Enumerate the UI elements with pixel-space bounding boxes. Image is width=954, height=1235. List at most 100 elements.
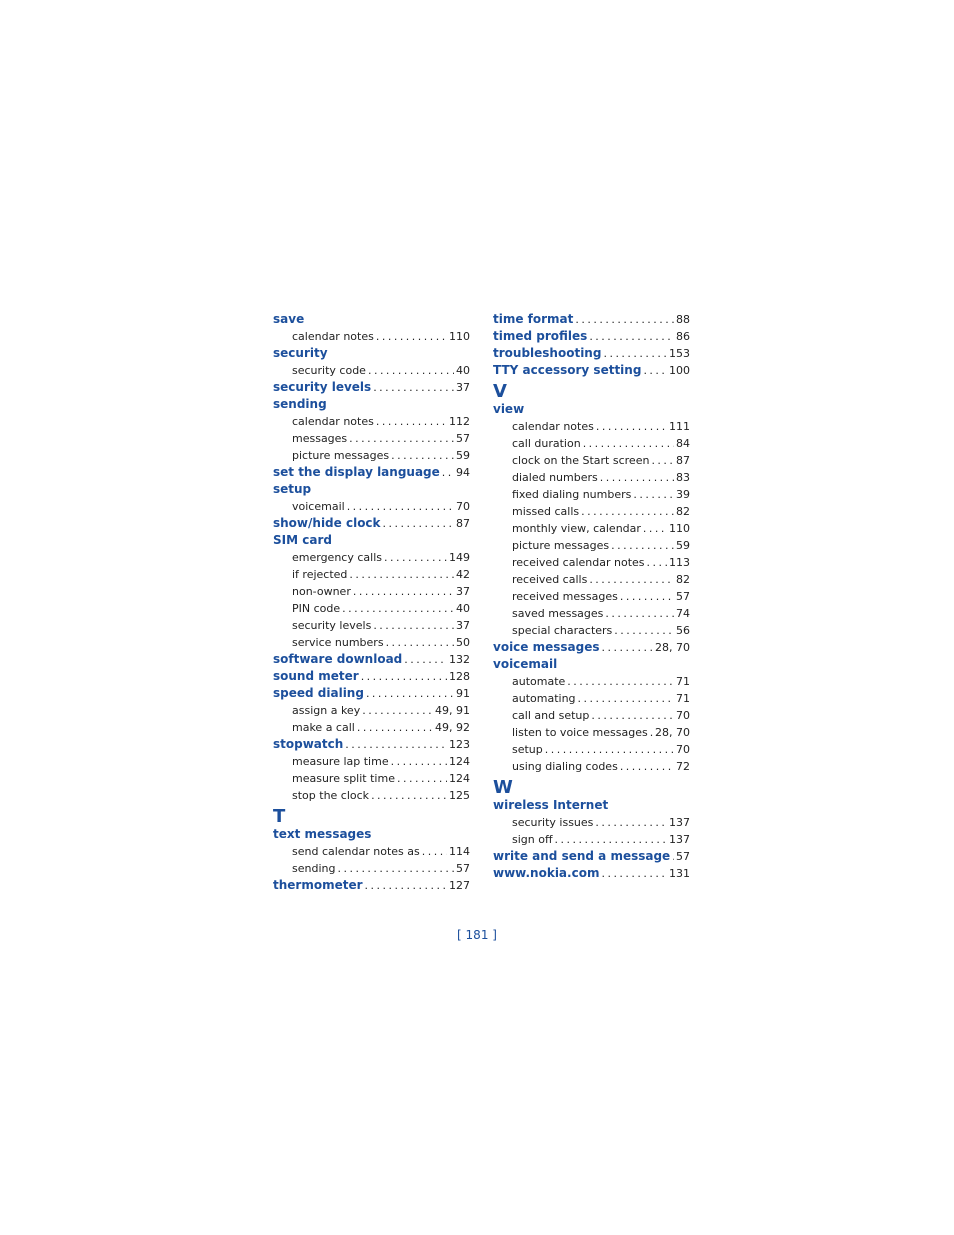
index-column-right: time format 88 timed profiles 86 troubleshoo… bbox=[493, 311, 690, 882]
index-entry: voice messages 28, 70 bbox=[493, 639, 690, 656]
index-subentry: received calls 82 bbox=[493, 571, 690, 588]
page-reference: 111 bbox=[669, 420, 690, 433]
page-reference: 94 bbox=[456, 466, 470, 479]
page-reference: 57 bbox=[676, 850, 690, 863]
page-reference: 39 bbox=[676, 488, 690, 501]
index-term: voicemail bbox=[292, 500, 345, 513]
page-reference: 149 bbox=[449, 551, 470, 564]
page-reference: 71 bbox=[676, 692, 690, 705]
dot-leader bbox=[589, 328, 674, 345]
index-term: assign a key bbox=[292, 704, 361, 717]
index-subentry: using dialing codes 72 bbox=[493, 758, 690, 775]
index-term: listen to voice messages bbox=[512, 726, 648, 739]
dot-leader bbox=[422, 843, 447, 860]
dot-leader bbox=[596, 418, 667, 435]
index-term: measure split time bbox=[292, 772, 395, 785]
index-term: non-owner bbox=[292, 585, 351, 598]
index-entry: software download 132 bbox=[273, 651, 470, 668]
page-reference: 137 bbox=[669, 833, 690, 846]
index-subentry: messages 57 bbox=[273, 430, 470, 447]
index-term: sign off bbox=[512, 833, 553, 846]
index-term: show/hide clock bbox=[273, 516, 381, 530]
index-subentry: measure split time 124 bbox=[273, 770, 470, 787]
page-reference: 110 bbox=[669, 522, 690, 535]
index-term: if rejected bbox=[292, 568, 348, 581]
index-term: monthly view, calendar bbox=[512, 522, 641, 535]
page-reference: 56 bbox=[676, 624, 690, 637]
index-subentry: send calendar notes as 114 bbox=[273, 843, 470, 860]
index-column-left: save calendar notes 110 security security co… bbox=[273, 311, 470, 894]
dot-leader bbox=[376, 328, 447, 345]
index-subentry: non-owner 37 bbox=[273, 583, 470, 600]
index-term: stopwatch bbox=[273, 737, 344, 751]
dot-leader bbox=[601, 865, 667, 882]
index-term: write and send a message bbox=[493, 849, 671, 863]
index-entry: security levels 37 bbox=[273, 379, 470, 396]
index-entry: wireless Internet bbox=[493, 797, 690, 814]
page-reference: 72 bbox=[676, 760, 690, 773]
index-term: security issues bbox=[512, 816, 594, 829]
index-subentry: security code 40 bbox=[273, 362, 470, 379]
page-reference: 28, 70 bbox=[655, 726, 690, 739]
page-reference: 123 bbox=[449, 738, 470, 751]
page-reference: 37 bbox=[456, 381, 470, 394]
index-entry: troubleshooting 153 bbox=[493, 345, 690, 362]
index-term: received messages bbox=[512, 590, 618, 603]
index-term: emergency calls bbox=[292, 551, 382, 564]
page-reference: 124 bbox=[449, 772, 470, 785]
index-entry: setup bbox=[273, 481, 470, 498]
index-entry: timed profiles 86 bbox=[493, 328, 690, 345]
index-term: voice messages bbox=[493, 640, 600, 654]
page-reference: 84 bbox=[676, 437, 690, 450]
index-subentry: sending 57 bbox=[273, 860, 470, 877]
dot-leader bbox=[620, 588, 674, 605]
index-term: www.nokia.com bbox=[493, 866, 600, 880]
index-term: using dialing codes bbox=[512, 760, 618, 773]
dot-leader bbox=[391, 753, 447, 770]
dot-leader bbox=[614, 622, 674, 639]
page-reference: 49, 91 bbox=[435, 704, 470, 717]
index-subentry: calendar notes 112 bbox=[273, 413, 470, 430]
index-term: setup bbox=[512, 743, 543, 756]
index-term: security code bbox=[292, 364, 366, 377]
index-subentry: missed calls 82 bbox=[493, 503, 690, 520]
index-subentry: security levels 37 bbox=[273, 617, 470, 634]
dot-leader bbox=[442, 464, 454, 481]
index-term: SIM card bbox=[273, 533, 332, 547]
page-reference: 125 bbox=[449, 789, 470, 802]
page-reference: 91 bbox=[456, 687, 470, 700]
index-subentry: service numbers 50 bbox=[273, 634, 470, 651]
index-term: calendar notes bbox=[292, 330, 374, 343]
page-reference: 57 bbox=[456, 862, 470, 875]
dot-leader bbox=[376, 413, 447, 430]
index-entry: set the display language 94 bbox=[273, 464, 470, 481]
dot-leader bbox=[353, 583, 454, 600]
index-subentry: measure lap time 124 bbox=[273, 753, 470, 770]
index-subentry: PIN code 40 bbox=[273, 600, 470, 617]
index-term: calendar notes bbox=[512, 420, 594, 433]
dot-leader bbox=[404, 651, 447, 668]
index-subentry: stop the clock 125 bbox=[273, 787, 470, 804]
index-term: messages bbox=[292, 432, 348, 445]
dot-leader bbox=[611, 537, 674, 554]
dot-leader bbox=[391, 447, 454, 464]
page-reference: 127 bbox=[449, 879, 470, 892]
index-term: stop the clock bbox=[292, 789, 370, 802]
index-entry: sound meter 128 bbox=[273, 668, 470, 685]
page-reference: 28, 70 bbox=[655, 641, 690, 654]
dot-leader bbox=[555, 831, 667, 848]
dot-leader bbox=[575, 311, 674, 328]
index-entry: www.nokia.com 131 bbox=[493, 865, 690, 882]
index-term: sound meter bbox=[273, 669, 359, 683]
page-reference: 114 bbox=[449, 845, 470, 858]
dot-leader bbox=[651, 452, 674, 469]
dot-leader bbox=[589, 571, 674, 588]
index-subentry: listen to voice messages 28, 70 bbox=[493, 724, 690, 741]
index-subentry: picture messages 59 bbox=[493, 537, 690, 554]
index-term: send calendar notes as bbox=[292, 845, 420, 858]
page-reference: 132 bbox=[449, 653, 470, 666]
index-subentry: automating 71 bbox=[493, 690, 690, 707]
index-term: troubleshooting bbox=[493, 346, 602, 360]
index-subentry: fixed dialing numbers 39 bbox=[493, 486, 690, 503]
index-entry: show/hide clock 87 bbox=[273, 515, 470, 532]
